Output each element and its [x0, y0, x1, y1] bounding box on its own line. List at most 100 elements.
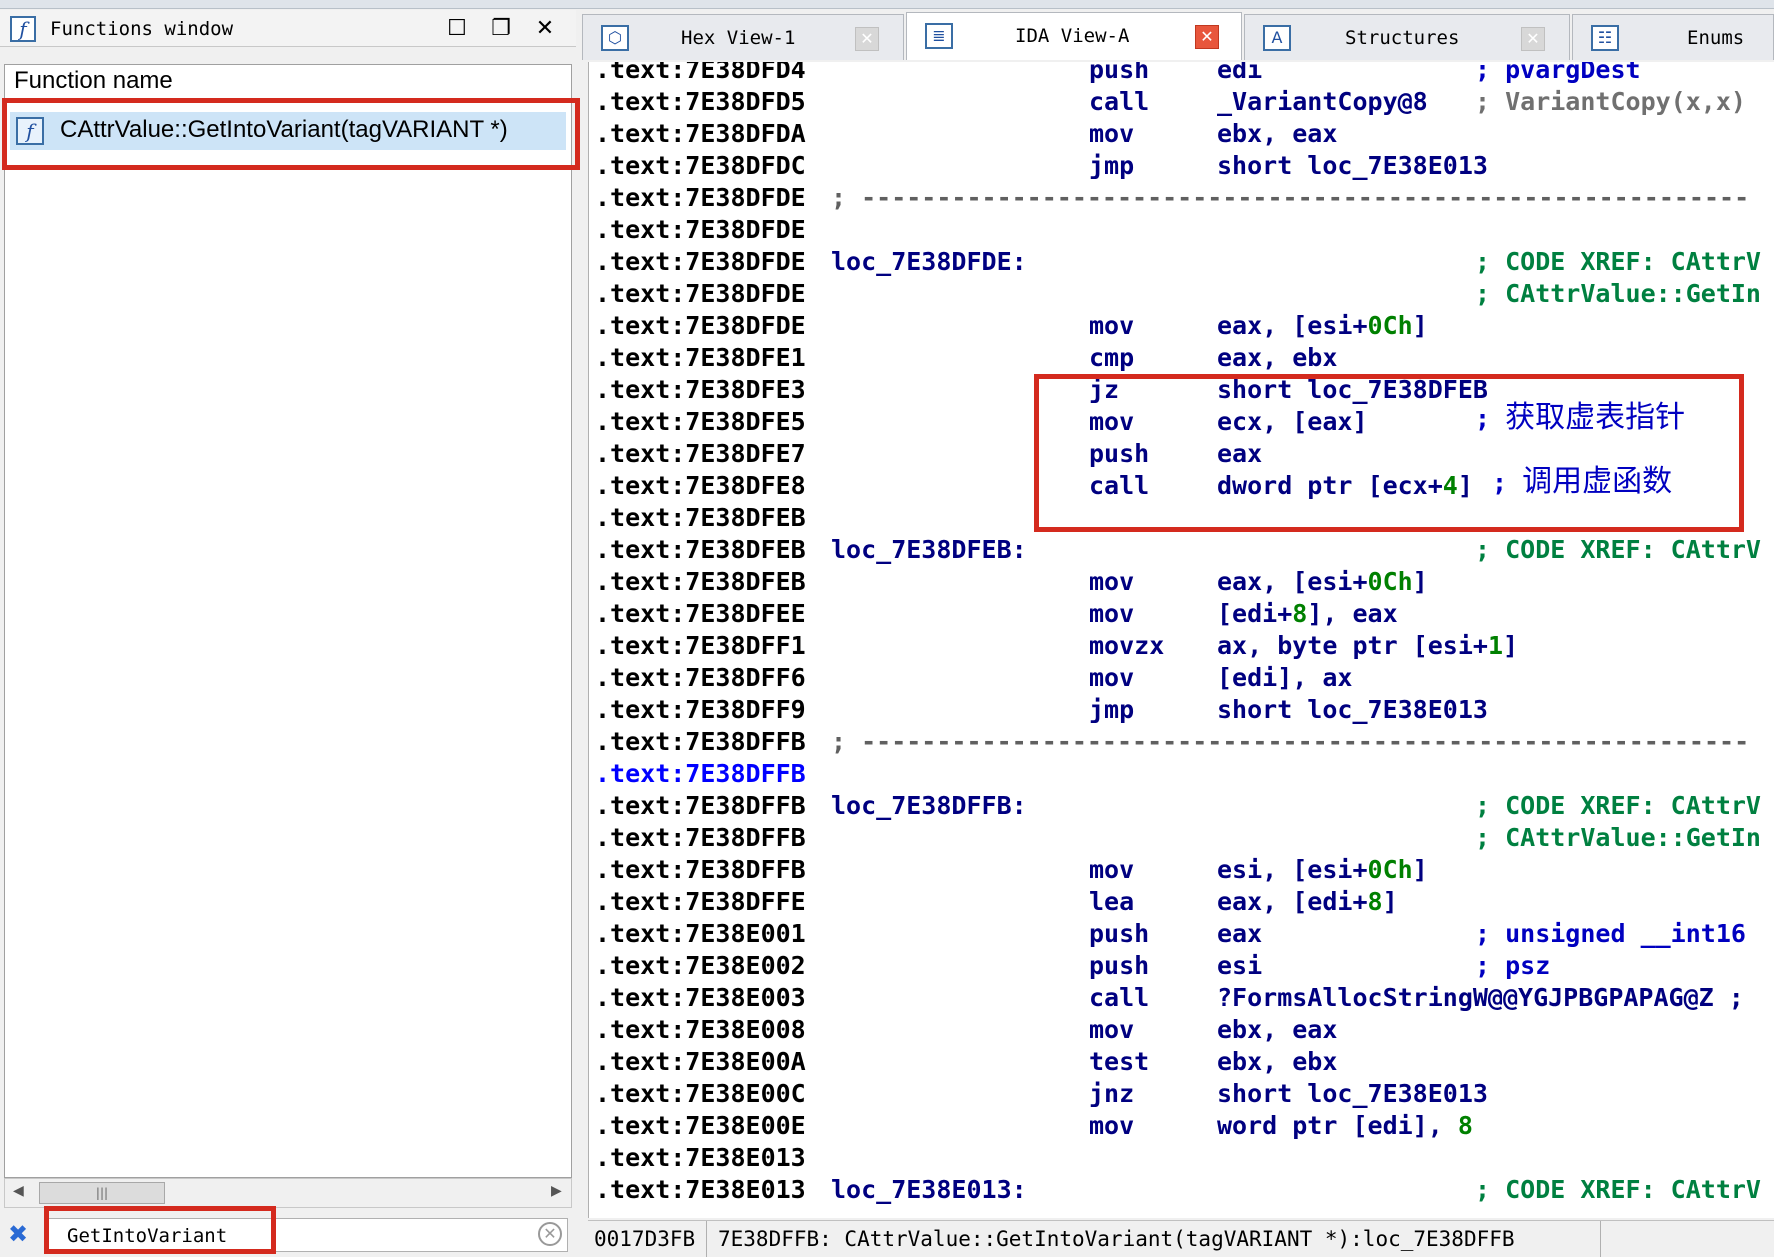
disasm-line[interactable]: .text:7E38E013 — [595, 1142, 1774, 1174]
disasm-operand: eax, ebx — [1217, 342, 1337, 374]
close-icon[interactable]: ✕ — [532, 16, 558, 42]
disasm-mnemonic: jnz — [1089, 1079, 1135, 1108]
function-list-item[interactable]: f CAttrValue::GetIntoVariant(tagVARIANT … — [10, 112, 566, 150]
disasm-operand: [edi], ax — [1217, 662, 1352, 694]
disasm-mnemonic: lea — [1089, 887, 1135, 916]
disasm-address: .text:7E38E00C — [595, 1079, 806, 1108]
filter-close-icon[interactable]: ✕ — [538, 1222, 562, 1246]
disasm-mnemonic: test — [1089, 1047, 1150, 1076]
tab-close-icon[interactable]: ✕ — [1195, 25, 1219, 49]
tab-enums[interactable]: ☷ Enums — [1572, 14, 1774, 60]
disasm-address: .text:7E38DFD5 — [595, 87, 806, 116]
top-menu-strip — [0, 0, 1774, 9]
disassembly-view[interactable]: .text:7E38DFD4 push edi; pvargDest .text:7E… — [588, 62, 1774, 1218]
restore-icon[interactable]: ❐ — [488, 16, 514, 42]
status-bar: 0017D3FB 7E38DFFB: CAttrValue::GetIntoVa… — [588, 1220, 1774, 1257]
disasm-line[interactable]: .text:7E38E00C jnz short loc_7E38E013 — [595, 1078, 1774, 1110]
disasm-operand: ax, byte ptr [esi+1] — [1217, 630, 1518, 662]
function-name-column-header[interactable]: Function name — [14, 64, 173, 94]
tab-structures[interactable]: A Structures ✕ — [1244, 14, 1570, 60]
disasm-line[interactable]: .text:7E38E002 push esi ; psz — [595, 950, 1774, 982]
disasm-line[interactable]: .text:7E38DFF1 movzx ax, byte ptr [esi+1] — [595, 630, 1774, 662]
disasm-line[interactable]: .text:7E38DFEB mov eax, [esi+0Ch] — [595, 566, 1774, 598]
disasm-line[interactable]: .text:7E38DFFB — [595, 758, 1774, 790]
disasm-line[interactable]: .text:7E38DFDE ; CAttrValue::GetIn — [595, 278, 1774, 310]
tab-ida-view[interactable]: ≣ IDA View-A ✕ — [906, 12, 1242, 60]
disasm-address: .text:7E38E002 — [595, 951, 806, 980]
disasm-mnemonic: jz — [1089, 375, 1120, 404]
disasm-line[interactable]: .text:7E38DFEE mov [edi+8], eax — [595, 598, 1774, 630]
disasm-operand: esi — [1217, 950, 1262, 982]
operand-number: 8 — [1292, 599, 1308, 628]
disasm-line[interactable]: .text:7E38DFDE — [595, 214, 1774, 246]
scroll-right-icon[interactable]: ▶ — [551, 1183, 562, 1199]
disasm-label: loc_7E38DFDE: — [831, 247, 1027, 276]
disasm-line[interactable]: .text:7E38DFE1 cmp eax, ebx — [595, 342, 1774, 374]
disasm-address: .text:7E38DFFB — [595, 855, 806, 884]
function-icon: f — [16, 117, 44, 145]
operand-text: ] — [1412, 311, 1428, 340]
disasm-line[interactable]: .text:7E38DFE8 call dword ptr [ecx+4] ; 调用… — [595, 466, 1774, 502]
disasm-line[interactable]: .text:7E38E008 mov ebx, eax — [595, 1014, 1774, 1046]
disasm-line[interactable]: .text:7E38DFFB mov esi, [esi+0Ch] — [595, 854, 1774, 886]
disasm-comment: ; CODE XREF: CAttrV — [1475, 1175, 1761, 1204]
tab-close-icon[interactable]: ✕ — [855, 27, 879, 51]
disasm-mnemonic: push — [1089, 951, 1150, 980]
status-divider — [1600, 1221, 1601, 1257]
status-divider — [706, 1221, 707, 1257]
functions-window-titlebar: f Functions window ☐ ❐ ✕ — [0, 10, 576, 47]
disasm-operand: short loc_7E38E013 — [1217, 694, 1488, 726]
disasm-line[interactable]: .text:7E38DFDC jmp short loc_7E38E013 — [595, 150, 1774, 182]
disasm-line[interactable]: .text:7E38E00E mov word ptr [edi], 8 — [595, 1110, 1774, 1142]
tab-label: Hex View-1 — [681, 27, 796, 49]
disasm-mnemonic: jmp — [1089, 695, 1135, 724]
disasm-operand: eax — [1217, 438, 1262, 470]
maximize-icon[interactable]: ☐ — [444, 16, 470, 42]
function-name: CAttrValue::GetIntoVariant(tagVARIANT *) — [60, 116, 508, 143]
scroll-left-icon[interactable]: ◀ — [13, 1183, 24, 1199]
filter-clear-icon[interactable]: ✖ — [8, 1222, 28, 1246]
scrollbar-thumb[interactable]: ||| — [39, 1182, 165, 1204]
disasm-line[interactable]: .text:7E38DFD4 push edi ; pvargDest — [595, 62, 1774, 86]
disasm-mnemonic: mov — [1089, 1015, 1135, 1044]
function-list[interactable] — [4, 64, 572, 1178]
tab-close-icon[interactable]: ✕ — [1521, 27, 1545, 51]
disasm-operand: short loc_7E38E013 — [1217, 1078, 1488, 1110]
disasm-line[interactable]: .text:7E38DFFB ; ------------------------… — [595, 726, 1774, 758]
disasm-line[interactable]: .text:7E38DFFB loc_7E38DFFB: ; CODE XREF: … — [595, 790, 1774, 822]
filter-input[interactable]: GetIntoVariant — [48, 1218, 568, 1252]
disasm-address: .text:7E38DFE7 — [595, 439, 806, 468]
disasm-line[interactable]: .text:7E38E00A test ebx, ebx — [595, 1046, 1774, 1078]
operand-text: [edi], ax — [1217, 663, 1353, 692]
disasm-address: .text:7E38DFEB — [595, 503, 806, 532]
disasm-address: .text:7E38E00E — [595, 1111, 806, 1140]
operand-text: dword ptr [ecx+ — [1217, 471, 1443, 500]
operand-text: esi — [1217, 951, 1263, 980]
disasm-address: .text:7E38DFE5 — [595, 407, 806, 436]
operand-text: eax, ebx — [1217, 343, 1338, 372]
disasm-line[interactable]: .text:7E38E013 loc_7E38E013: ; CODE XREF: … — [595, 1174, 1774, 1206]
disasm-line[interactable]: .text:7E38DFFE lea eax, [edi+8] — [595, 886, 1774, 918]
disasm-line[interactable]: .text:7E38DFEB loc_7E38DFEB: ; CODE XREF: … — [595, 534, 1774, 566]
disasm-line[interactable]: .text:7E38E001 push eax ; unsigned __int16 — [595, 918, 1774, 950]
disasm-line[interactable]: .text:7E38DFDE mov eax, [esi+0Ch] — [595, 310, 1774, 342]
operand-text: word ptr [edi], — [1217, 1111, 1458, 1140]
disasm-line[interactable]: .text:7E38DFDE loc_7E38DFDE: ; CODE XREF: … — [595, 246, 1774, 278]
disasm-mnemonic: mov — [1089, 1111, 1135, 1140]
disasm-address: .text:7E38DFDA — [595, 119, 806, 148]
disasm-line[interactable]: .text:7E38E003 call ?FormsAllocStringW@@YG… — [595, 982, 1774, 1014]
disasm-line[interactable]: .text:7E38DFD5 call _VariantCopy@8 ; Varian… — [595, 86, 1774, 118]
disasm-line[interactable]: .text:7E38DFF9 jmp short loc_7E38E013 — [595, 694, 1774, 726]
disasm-address: .text:7E38DFE8 — [595, 471, 806, 500]
disasm-line[interactable]: .text:7E38DFDE ; ------------------------… — [595, 182, 1774, 214]
operand-number: 8 — [1367, 887, 1383, 916]
tab-bar: ⬡ Hex View-1 ✕ ≣ IDA View-A ✕ A Structur… — [582, 12, 1774, 60]
disasm-line[interactable]: .text:7E38DFF6 mov [edi], ax — [595, 662, 1774, 694]
horizontal-scrollbar[interactable]: ◀ ||| ▶ — [4, 1178, 572, 1208]
disasm-mnemonic: push — [1089, 919, 1150, 948]
tab-hex-view[interactable]: ⬡ Hex View-1 ✕ — [582, 14, 904, 60]
disasm-line[interactable]: .text:7E38DFFB ; CAttrValue::GetIn — [595, 822, 1774, 854]
disasm-line[interactable]: .text:7E38DFE5 mov ecx, [eax] ; 获取虚表指针 — [595, 402, 1774, 438]
disasm-line[interactable]: .text:7E38DFDA mov ebx, eax — [595, 118, 1774, 150]
disasm-line[interactable]: .text:7E38DFEB — [595, 502, 1774, 534]
